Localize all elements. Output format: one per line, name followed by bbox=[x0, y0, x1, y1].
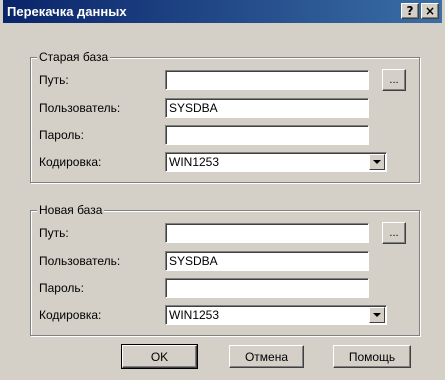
new-password-input[interactable] bbox=[165, 278, 369, 298]
old-user-input[interactable]: SYSDBA bbox=[165, 98, 369, 118]
new-path-input[interactable] bbox=[165, 223, 369, 243]
old-encoding-select[interactable]: WIN1253 bbox=[165, 152, 387, 172]
old-db-group: Старая база Путь: ... Пользователь: SYSD… bbox=[30, 50, 420, 183]
new-encoding-label: Кодировка: bbox=[39, 308, 102, 322]
new-db-group: Новая база Путь: ... Пользователь: SYSDB… bbox=[30, 203, 420, 336]
chevron-down-icon[interactable] bbox=[369, 154, 385, 170]
old-encoding-label: Кодировка: bbox=[39, 155, 102, 169]
new-user-label: Пользователь: bbox=[39, 254, 121, 268]
new-encoding-select[interactable]: WIN1253 bbox=[165, 305, 387, 325]
new-user-input[interactable]: SYSDBA bbox=[165, 251, 369, 271]
chevron-down-icon[interactable] bbox=[369, 307, 385, 323]
old-password-input[interactable] bbox=[165, 125, 369, 145]
title-bar[interactable]: Перекачка данных ? × bbox=[3, 0, 442, 23]
window-title: Перекачка данных bbox=[7, 4, 127, 19]
old-encoding-value: WIN1253 bbox=[169, 155, 220, 169]
cancel-button[interactable]: Отмена bbox=[229, 345, 304, 368]
new-encoding-value: WIN1253 bbox=[169, 308, 220, 322]
old-path-input[interactable] bbox=[165, 70, 369, 90]
old-password-label: Пароль: bbox=[39, 128, 84, 142]
new-path-label: Путь: bbox=[39, 226, 69, 240]
old-path-label: Путь: bbox=[39, 73, 69, 87]
new-password-label: Пароль: bbox=[39, 281, 84, 295]
old-browse-button[interactable]: ... bbox=[382, 69, 406, 91]
old-db-legend: Старая база bbox=[37, 50, 111, 64]
ok-button[interactable]: OK bbox=[121, 344, 198, 369]
dialog-window: Перекачка данных ? × Старая база Путь: .… bbox=[0, 0, 445, 380]
help-title-button[interactable]: ? bbox=[401, 3, 419, 19]
new-browse-button[interactable]: ... bbox=[382, 222, 406, 244]
close-button[interactable]: × bbox=[421, 3, 439, 19]
old-user-label: Пользователь: bbox=[39, 101, 121, 115]
new-db-legend: Новая база bbox=[37, 203, 105, 217]
help-button[interactable]: Помощь bbox=[333, 345, 411, 368]
